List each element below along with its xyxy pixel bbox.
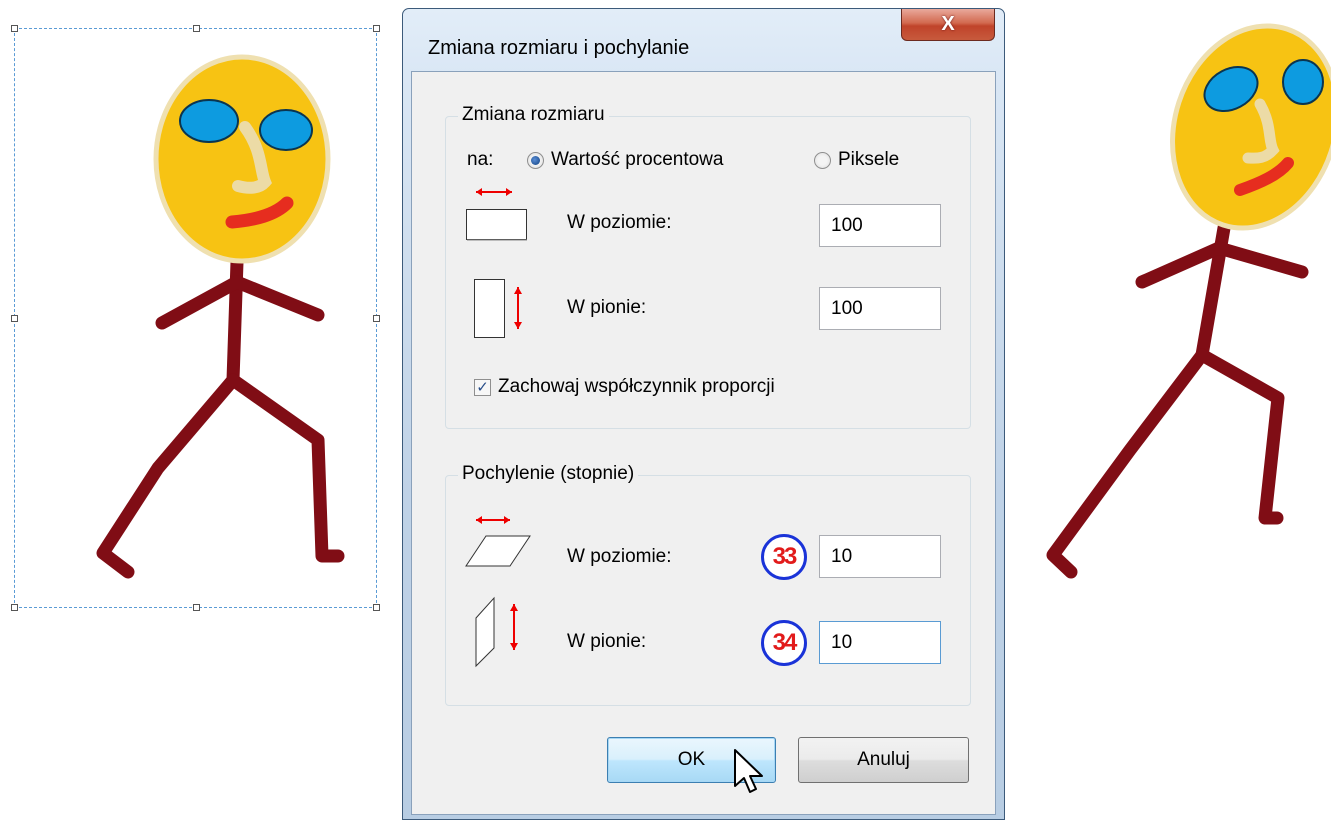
pixels-radio[interactable] — [814, 152, 831, 169]
pixels-radio-label[interactable]: Piksele — [838, 149, 899, 171]
resize-vertical-input[interactable]: 100 — [819, 287, 941, 330]
annotation-badge-33: 33 — [761, 534, 807, 580]
keep-ratio-checkbox[interactable]: ✓ — [474, 379, 491, 396]
resize-horizontal-input[interactable]: 100 — [819, 204, 941, 247]
close-button[interactable]: X — [901, 9, 995, 41]
resize-horizontal-label: W poziomie: — [567, 212, 672, 233]
resize-by-label: na: — [467, 149, 494, 170]
dialog-content: Zmiana rozmiaru na: Wartość procentowa P… — [411, 71, 996, 815]
skew-horizontal-label: W poziomie: — [567, 546, 672, 567]
percentage-radio-label[interactable]: Wartość procentowa — [551, 149, 723, 171]
stick-figure-skewed — [1046, 23, 1331, 579]
skew-vertical-input[interactable]: 10 — [819, 621, 941, 664]
keep-ratio-label[interactable]: Zachowaj współczynnik proporcji — [498, 376, 775, 398]
dialog-title: Zmiana rozmiaru i pochylanie — [428, 37, 690, 59]
cancel-button[interactable]: Anuluj — [798, 737, 969, 783]
resize-skew-dialog: Zmiana rozmiaru i pochylanie X Zmiana ro… — [402, 8, 1005, 820]
resize-vertical-icon — [474, 279, 522, 338]
skew-horizontal-input[interactable]: 10 — [819, 535, 941, 578]
skew-group: Pochylenie (stopnie) W poziomie: 33 10 W… — [445, 463, 971, 706]
title-bar[interactable]: Zmiana rozmiaru i pochylanie X — [403, 9, 1004, 71]
percentage-radio[interactable] — [527, 152, 544, 169]
skew-vertical-icon — [475, 596, 518, 668]
mouse-cursor-icon — [734, 749, 763, 793]
skew-horizontal-icon — [465, 516, 531, 567]
skew-vertical-label: W pionie: — [567, 631, 647, 652]
stick-figure-original — [96, 54, 345, 579]
resize-group: Zmiana rozmiaru na: Wartość procentowa P… — [445, 104, 971, 429]
close-icon: X — [941, 13, 955, 35]
annotation-badge-34: 34 — [761, 620, 807, 666]
resize-vertical-label: W pionie: — [567, 297, 647, 318]
skew-group-title: Pochylenie (stopnie) — [458, 463, 639, 485]
resize-horizontal-icon — [466, 188, 527, 241]
resize-group-title: Zmiana rozmiaru — [458, 104, 609, 126]
